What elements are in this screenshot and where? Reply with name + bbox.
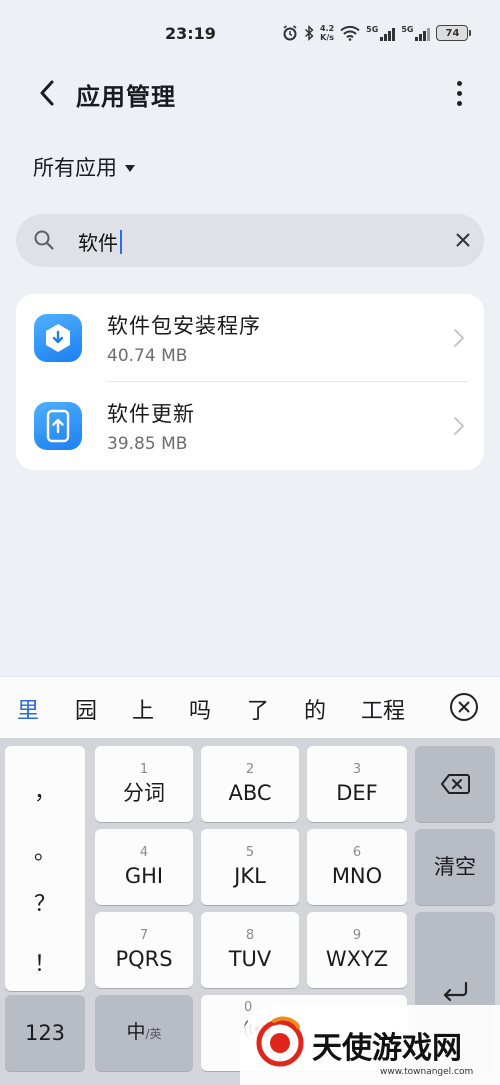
key-4[interactable]: 4 GHI bbox=[95, 829, 193, 905]
key-label: 分词 bbox=[123, 781, 165, 805]
software-update-icon bbox=[34, 402, 82, 450]
key-number: 5 bbox=[245, 845, 255, 860]
key-number: 6 bbox=[352, 845, 362, 860]
signal-sim1-icon: 5G bbox=[366, 25, 396, 41]
alarm-clock-icon bbox=[282, 23, 298, 43]
number-mode-key[interactable]: 123 bbox=[5, 995, 85, 1071]
key-1[interactable]: 1 分词 bbox=[95, 746, 193, 822]
app-size: 40.74 MB bbox=[107, 346, 188, 366]
language-switch-key[interactable]: 中/英 bbox=[95, 995, 193, 1071]
app-name: 软件更新 bbox=[107, 402, 195, 426]
search-results-list: 软件包安装程序 40.74 MB 软件更新 39.85 MB bbox=[16, 294, 484, 470]
network-speed-value: 4.2 bbox=[320, 24, 335, 33]
package-installer-icon bbox=[34, 314, 82, 362]
clear-key[interactable]: 清空 bbox=[415, 829, 495, 905]
candidate-word[interactable]: 里 bbox=[17, 693, 39, 725]
search-bar[interactable]: 软件 bbox=[16, 214, 484, 267]
key-label: TUV bbox=[228, 947, 272, 971]
app-name: 软件包安装程序 bbox=[107, 314, 261, 338]
page-title: 应用管理 bbox=[76, 83, 176, 111]
key-label: PQRS bbox=[115, 947, 173, 971]
status-icons: 4.2 K/s 5G 5G 74 bbox=[282, 22, 472, 44]
key-5[interactable]: 5 JKL bbox=[201, 829, 299, 905]
caret-down-icon bbox=[125, 164, 135, 172]
clear-search-button[interactable] bbox=[450, 227, 476, 253]
key-label: MNO bbox=[331, 864, 383, 888]
search-input[interactable]: 软件 bbox=[78, 227, 122, 256]
candidate-word[interactable]: 了 bbox=[247, 693, 269, 725]
chevron-right-icon bbox=[454, 417, 465, 435]
candidate-word[interactable]: 吗 bbox=[189, 693, 211, 725]
app-filter-dropdown[interactable]: 所有应用 bbox=[33, 152, 135, 182]
candidate-word[interactable]: 的 bbox=[304, 693, 326, 725]
sim1-network-type: 5G bbox=[366, 25, 379, 34]
key-7[interactable]: 7 PQRS bbox=[95, 912, 193, 988]
language-sub-label: /英 bbox=[145, 1027, 162, 1041]
punctuation-key[interactable]: 。 bbox=[5, 834, 85, 866]
key-6[interactable]: 6 MNO bbox=[307, 829, 407, 905]
close-candidates-button[interactable] bbox=[450, 693, 478, 721]
close-icon bbox=[456, 233, 470, 247]
key-number: 8 bbox=[245, 928, 255, 943]
backspace-icon bbox=[441, 774, 470, 794]
key-3[interactable]: 3 DEF bbox=[307, 746, 407, 822]
app-list-item[interactable]: 软件包安装程序 40.74 MB bbox=[16, 294, 484, 382]
candidate-word[interactable]: 上 bbox=[132, 693, 154, 725]
signal-sim2-icon: 5G bbox=[401, 25, 431, 41]
key-number: 0 bbox=[244, 1000, 253, 1015]
battery-icon: 74 bbox=[436, 25, 472, 41]
key-number: 7 bbox=[139, 928, 149, 943]
punctuation-column: ， 。 ？ ！ bbox=[5, 746, 85, 991]
watermark-url: www.townangel.com bbox=[380, 1067, 474, 1077]
back-arrow-icon bbox=[40, 80, 54, 106]
key-number: 9 bbox=[352, 928, 362, 943]
key-number: 2 bbox=[245, 762, 255, 777]
key-label: DEF bbox=[336, 781, 378, 805]
app-header: 应用管理 bbox=[0, 66, 500, 122]
key-label: GHI bbox=[124, 864, 164, 888]
status-time: 23:19 bbox=[165, 24, 216, 43]
chevron-right-icon bbox=[454, 329, 465, 347]
backspace-key[interactable] bbox=[415, 746, 495, 822]
bluetooth-icon bbox=[304, 23, 314, 43]
punctuation-key[interactable]: ！ bbox=[5, 946, 85, 978]
candidate-word[interactable]: 园 bbox=[75, 693, 97, 725]
back-button[interactable] bbox=[30, 76, 64, 110]
more-dots-icon bbox=[456, 80, 462, 86]
network-speed-unit: K/s bbox=[320, 33, 335, 42]
punctuation-key[interactable]: ， bbox=[5, 774, 85, 806]
search-icon bbox=[34, 230, 54, 250]
wifi-icon bbox=[340, 23, 360, 43]
site-logo-icon bbox=[256, 1016, 304, 1067]
key-number: 4 bbox=[139, 845, 149, 860]
key-9[interactable]: 9 WXYZ bbox=[307, 912, 407, 988]
ime-candidate-bar: 里 园 上 吗 了 的 工程 bbox=[0, 676, 500, 738]
sim2-network-type: 5G bbox=[401, 25, 414, 34]
key-label: ABC bbox=[228, 781, 272, 805]
text-cursor bbox=[120, 230, 122, 254]
app-size: 39.85 MB bbox=[107, 434, 188, 454]
key-label: JKL bbox=[234, 864, 266, 888]
language-label: 中 bbox=[126, 1021, 146, 1043]
candidate-word[interactable]: 工程 bbox=[361, 693, 405, 725]
key-number: 3 bbox=[352, 762, 362, 777]
battery-level: 74 bbox=[445, 27, 460, 39]
site-watermark: 天使游戏网 www.townangel.com bbox=[240, 1005, 500, 1085]
punctuation-key[interactable]: ？ bbox=[5, 886, 85, 918]
enter-icon bbox=[443, 981, 468, 1001]
key-label: WXYZ bbox=[325, 947, 389, 971]
app-filter-label: 所有应用 bbox=[33, 156, 117, 180]
more-options-button[interactable] bbox=[444, 74, 474, 112]
clear-key-label: 清空 bbox=[434, 855, 476, 879]
key-2[interactable]: 2 ABC bbox=[201, 746, 299, 822]
search-input-value: 软件 bbox=[78, 231, 118, 255]
app-list-item[interactable]: 软件更新 39.85 MB bbox=[16, 382, 484, 470]
key-8[interactable]: 8 TUV bbox=[201, 912, 299, 988]
watermark-text: 天使游戏网 bbox=[312, 1031, 462, 1066]
number-mode-label: 123 bbox=[24, 1021, 66, 1045]
network-speed: 4.2 K/s bbox=[320, 24, 334, 42]
key-number: 1 bbox=[139, 762, 149, 777]
status-bar: 23:19 4.2 K/s 5G 5G 74 bbox=[0, 0, 500, 66]
close-icon bbox=[458, 701, 470, 713]
